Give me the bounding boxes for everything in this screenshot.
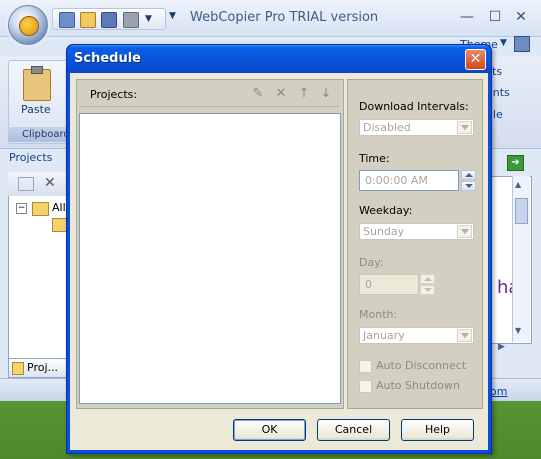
time-spinner[interactable] [461, 170, 476, 191]
projects-label: Projects: [90, 88, 138, 101]
dropdown-arrow-icon[interactable]: ▼ [145, 12, 155, 26]
clipboard-group: Paste Clipboard [8, 60, 72, 144]
time-value: 0:00:00 AM [365, 174, 428, 187]
scroll-thumb[interactable] [515, 198, 528, 224]
schedule-dialog: Schedule ✕ Projects: ✎ ✕ ↑ ↓ Download In… [66, 44, 492, 454]
tree-item-all[interactable]: All [52, 201, 66, 214]
projects-panel: Projects: ✎ ✕ ↑ ↓ [76, 79, 344, 409]
app-close-button[interactable]: ✕ [510, 8, 532, 26]
time-input[interactable]: 0:00:00 AM [359, 170, 459, 191]
folder-open-icon[interactable] [18, 177, 34, 191]
scroll-right-icon[interactable]: ▶ [498, 342, 505, 352]
print-icon[interactable] [123, 12, 139, 28]
projects-pane-header: Projects [9, 151, 53, 164]
month-label: Month: [359, 308, 398, 321]
auto-shutdown-label[interactable]: Auto Shutdown [376, 379, 460, 392]
new-item-icon[interactable]: ✎ [251, 87, 265, 101]
folder-icon [32, 202, 49, 216]
chevron-down-icon[interactable] [457, 329, 472, 342]
auto-shutdown-checkbox[interactable] [359, 380, 372, 393]
weekday-select[interactable]: Sunday [359, 223, 474, 240]
month-select[interactable]: January [359, 327, 474, 344]
download-intervals-label: Download Intervals: [359, 100, 469, 113]
chevron-down-icon[interactable] [457, 121, 472, 134]
minimize-button[interactable]: — [456, 8, 478, 26]
download-intervals-value: Disabled [363, 121, 411, 134]
day-spinner[interactable] [420, 274, 435, 295]
dialog-body: Projects: ✎ ✕ ↑ ↓ Download Intervals: Di… [70, 73, 488, 450]
status-link[interactable]: om [490, 385, 507, 398]
spin-down-icon[interactable] [420, 285, 435, 295]
paste-button-label[interactable]: Paste [21, 103, 51, 116]
help-button[interactable]: Help [401, 419, 474, 441]
month-value: January [363, 329, 405, 342]
move-up-icon[interactable]: ↑ [297, 87, 311, 101]
spin-up-icon[interactable] [420, 274, 435, 284]
move-down-icon[interactable]: ↓ [319, 87, 333, 101]
projects-list[interactable] [79, 113, 341, 404]
delete-icon[interactable]: ✕ [274, 87, 288, 101]
projects-panel-header: Projects: ✎ ✕ ↑ ↓ [79, 82, 339, 107]
day-label: Day: [359, 256, 384, 269]
auto-disconnect-checkbox[interactable] [359, 360, 372, 373]
download-intervals-select[interactable]: Disabled [359, 119, 474, 136]
go-arrow-icon[interactable]: ➔ [507, 155, 524, 171]
tree-collapse-icon[interactable]: − [16, 203, 27, 214]
folder-tab-icon [12, 362, 24, 375]
app-title: WebCopier Pro TRIAL version [190, 10, 379, 25]
maximize-button[interactable]: ☐ [484, 8, 506, 26]
projects-pane-toolbar: ✕ [8, 172, 68, 196]
auto-disconnect-label[interactable]: Auto Disconnect [376, 359, 466, 372]
projects-tab-label: Proj... [27, 361, 58, 374]
chevron-down-icon[interactable] [457, 225, 472, 238]
scroll-down-icon[interactable]: ▼ [515, 326, 521, 335]
projects-tab[interactable]: Proj... [8, 358, 70, 378]
spin-down-icon[interactable] [461, 181, 476, 191]
dialog-close-button[interactable]: ✕ [465, 49, 486, 70]
weekday-value: Sunday [363, 225, 405, 238]
content-scrollbar[interactable]: ▲ ▼ [512, 176, 530, 342]
day-input[interactable]: 0 [359, 274, 419, 295]
quick-access-toolbar: ▼ [52, 8, 166, 30]
dialog-title-bar: Schedule ✕ [67, 45, 491, 73]
schedule-settings-panel: Download Intervals: Disabled Time: 0:00:… [347, 79, 483, 409]
day-value: 0 [365, 278, 372, 291]
app-logo-icon [19, 16, 39, 36]
theme-dropdown-icon[interactable]: ▼ [500, 38, 507, 48]
cancel-button[interactable]: Cancel [317, 419, 390, 441]
dialog-title: Schedule [74, 51, 141, 66]
time-label: Time: [359, 152, 390, 165]
globe-icon[interactable] [59, 12, 75, 28]
ok-button[interactable]: OK [233, 419, 306, 441]
help-icon[interactable] [514, 36, 530, 52]
clipboard-paste-icon[interactable] [23, 66, 51, 101]
spin-up-icon[interactable] [461, 170, 476, 180]
delete-x-icon[interactable]: ✕ [44, 175, 56, 191]
weekday-label: Weekday: [359, 204, 413, 217]
save-disk-icon[interactable] [101, 12, 117, 28]
clipboard-group-label: Clipboard [8, 127, 70, 142]
open-folder-icon[interactable] [80, 12, 96, 28]
qat-customize-icon[interactable]: ▼ [169, 11, 176, 21]
scroll-up-icon[interactable]: ▲ [515, 180, 521, 189]
